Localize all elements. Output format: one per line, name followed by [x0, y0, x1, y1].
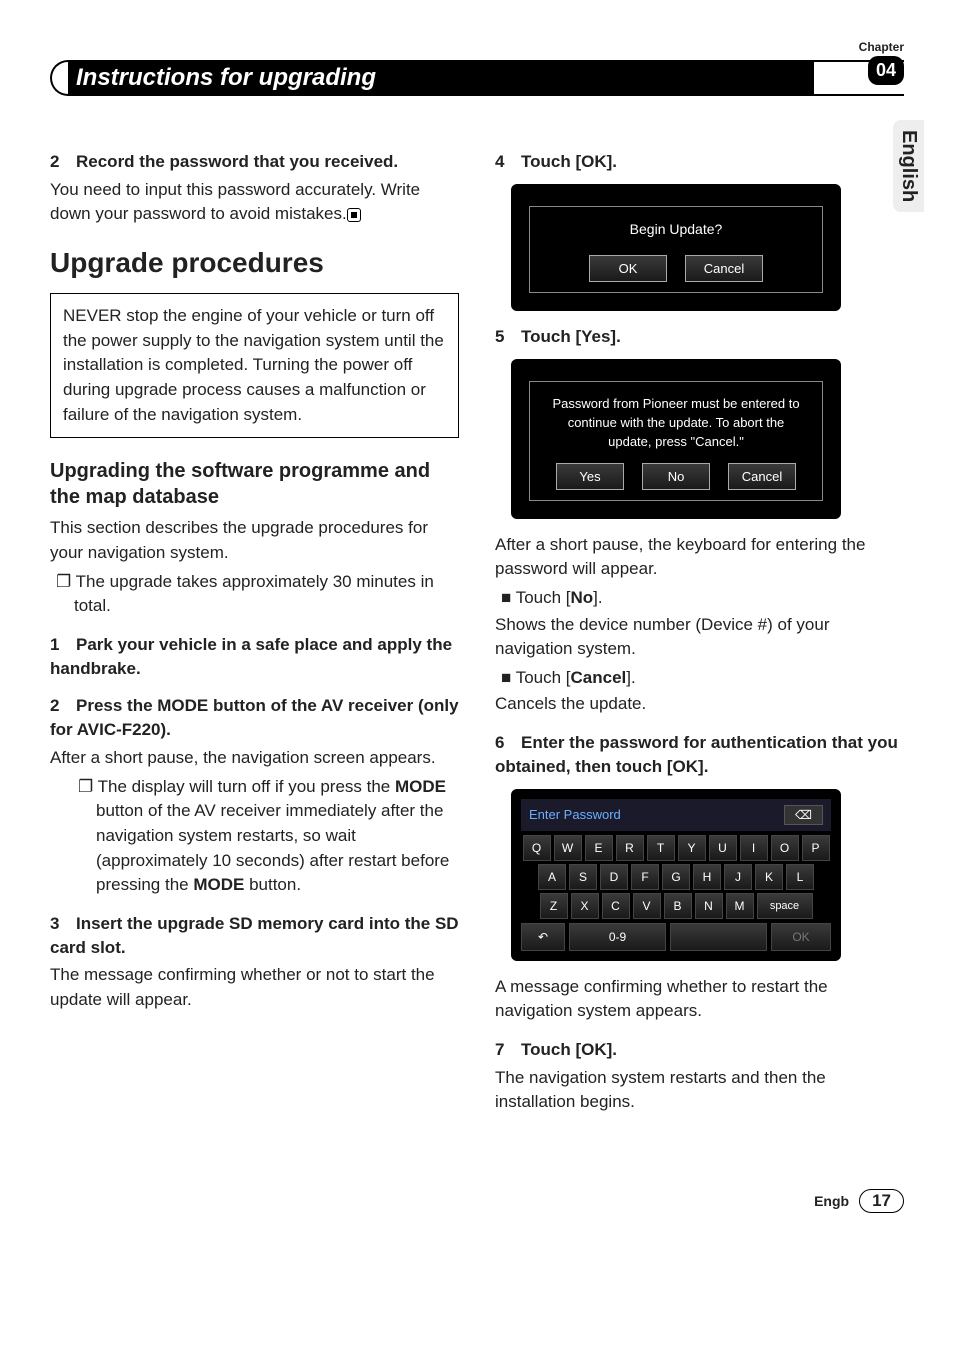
- key-p[interactable]: P: [802, 835, 830, 861]
- heading-upgrading-software: Upgrading the software programme and the…: [50, 458, 459, 510]
- step-5-touch-yes: 5Touch [Yes].: [495, 325, 904, 349]
- after-pause-text: After a short pause, the keyboard for en…: [495, 533, 904, 582]
- step-3-body: The message confirming whether or not to…: [50, 963, 459, 1012]
- key-o[interactable]: O: [771, 835, 799, 861]
- key-h[interactable]: H: [693, 864, 721, 890]
- step-1-park: 1Park your vehicle in a safe place and a…: [50, 633, 459, 681]
- key-c[interactable]: C: [602, 893, 630, 919]
- note-time: The upgrade takes approximately 30 minut…: [50, 570, 459, 619]
- touch-cancel-desc: Cancels the update.: [495, 692, 904, 717]
- cancel-button[interactable]: Cancel: [685, 255, 763, 282]
- key-l[interactable]: L: [786, 864, 814, 890]
- ok-button[interactable]: OK: [589, 255, 667, 282]
- screenshot-keyboard: Enter Password ⌫ Q W E R T Y U I O P A: [511, 789, 841, 961]
- screenshot-begin-update: Begin Update? OK Cancel: [511, 184, 841, 311]
- touch-no-bullet: Touch [No].: [495, 586, 904, 611]
- key-y[interactable]: Y: [678, 835, 706, 861]
- ok-key[interactable]: OK: [771, 923, 831, 951]
- touch-cancel-bullet: Touch [Cancel].: [495, 666, 904, 691]
- dialog-message: Begin Update?: [540, 221, 812, 237]
- step-7-body: The navigation system restarts and then …: [495, 1066, 904, 1115]
- left-column: 2Record the password that you received. …: [50, 136, 459, 1119]
- section-title-bar: Instructions for upgrading: [50, 60, 904, 96]
- key-f[interactable]: F: [631, 864, 659, 890]
- no-button[interactable]: No: [642, 463, 710, 490]
- chapter-tag: Chapter 04: [859, 40, 904, 85]
- key-space[interactable]: space: [757, 893, 813, 919]
- step-2-mode: 2Press the MODE button of the AV receive…: [50, 694, 459, 742]
- warning-box: NEVER stop the engine of your vehicle or…: [50, 293, 459, 438]
- key-i[interactable]: I: [740, 835, 768, 861]
- keyboard-row-1: Q W E R T Y U I O P: [521, 835, 831, 861]
- key-a[interactable]: A: [538, 864, 566, 890]
- key-g[interactable]: G: [662, 864, 690, 890]
- intro-text: This section describes the upgrade proce…: [50, 516, 459, 565]
- key-b[interactable]: B: [664, 893, 692, 919]
- key-w[interactable]: W: [554, 835, 582, 861]
- key-t[interactable]: T: [647, 835, 675, 861]
- chapter-number: 04: [868, 56, 904, 85]
- keyboard-title: Enter Password: [529, 807, 621, 822]
- page-number: 17: [859, 1189, 904, 1213]
- step-3-insert: 3Insert the upgrade SD memory card into …: [50, 912, 459, 960]
- after-keyboard-text: A message confirming whether to restart …: [495, 975, 904, 1024]
- key-r[interactable]: R: [616, 835, 644, 861]
- page-footer: Engb 17: [50, 1189, 904, 1213]
- key-k[interactable]: K: [755, 864, 783, 890]
- key-q[interactable]: Q: [523, 835, 551, 861]
- key-m[interactable]: M: [726, 893, 754, 919]
- keyboard-row-3: Z X C V B N M space: [521, 893, 831, 919]
- yes-button[interactable]: Yes: [556, 463, 624, 490]
- key-n[interactable]: N: [695, 893, 723, 919]
- language-tab: English: [893, 120, 924, 212]
- footer-lang: Engb: [814, 1193, 849, 1209]
- section-title: Instructions for upgrading: [68, 60, 814, 96]
- step-2-mode-body: After a short pause, the navigation scre…: [50, 746, 459, 771]
- step-2-record: 2Record the password that you received.: [50, 150, 459, 174]
- key-x[interactable]: X: [571, 893, 599, 919]
- screenshot-password-prompt: Password from Pioneer must be entered to…: [511, 359, 841, 519]
- touch-no-desc: Shows the device number (Device #) of yo…: [495, 613, 904, 662]
- key-v[interactable]: V: [633, 893, 661, 919]
- cancel-button[interactable]: Cancel: [728, 463, 796, 490]
- step-7-touch-ok: 7Touch [OK].: [495, 1038, 904, 1062]
- key-e[interactable]: E: [585, 835, 613, 861]
- heading-upgrade-procedures: Upgrade procedures: [50, 247, 459, 279]
- key-d[interactable]: D: [600, 864, 628, 890]
- key-s[interactable]: S: [569, 864, 597, 890]
- key-u[interactable]: U: [709, 835, 737, 861]
- chapter-label: Chapter: [859, 40, 904, 54]
- key-z[interactable]: Z: [540, 893, 568, 919]
- step-6-enter-password: 6Enter the password for authentication t…: [495, 731, 904, 779]
- key-numeric-mode[interactable]: 0-9: [569, 923, 666, 951]
- backspace-icon[interactable]: ⌫: [784, 805, 823, 825]
- stop-icon: [347, 208, 361, 222]
- step-2-mode-note: The display will turn off if you press t…: [50, 775, 459, 898]
- right-column: 4Touch [OK]. Begin Update? OK Cancel 5To…: [495, 136, 904, 1119]
- undo-icon[interactable]: ↶: [521, 923, 565, 951]
- keyboard-row-2: A S D F G H J K L: [521, 864, 831, 890]
- key-j[interactable]: J: [724, 864, 752, 890]
- key-blank[interactable]: [670, 923, 767, 951]
- step-2-body: You need to input this password accurate…: [50, 178, 459, 227]
- step-4-touch-ok: 4Touch [OK].: [495, 150, 904, 174]
